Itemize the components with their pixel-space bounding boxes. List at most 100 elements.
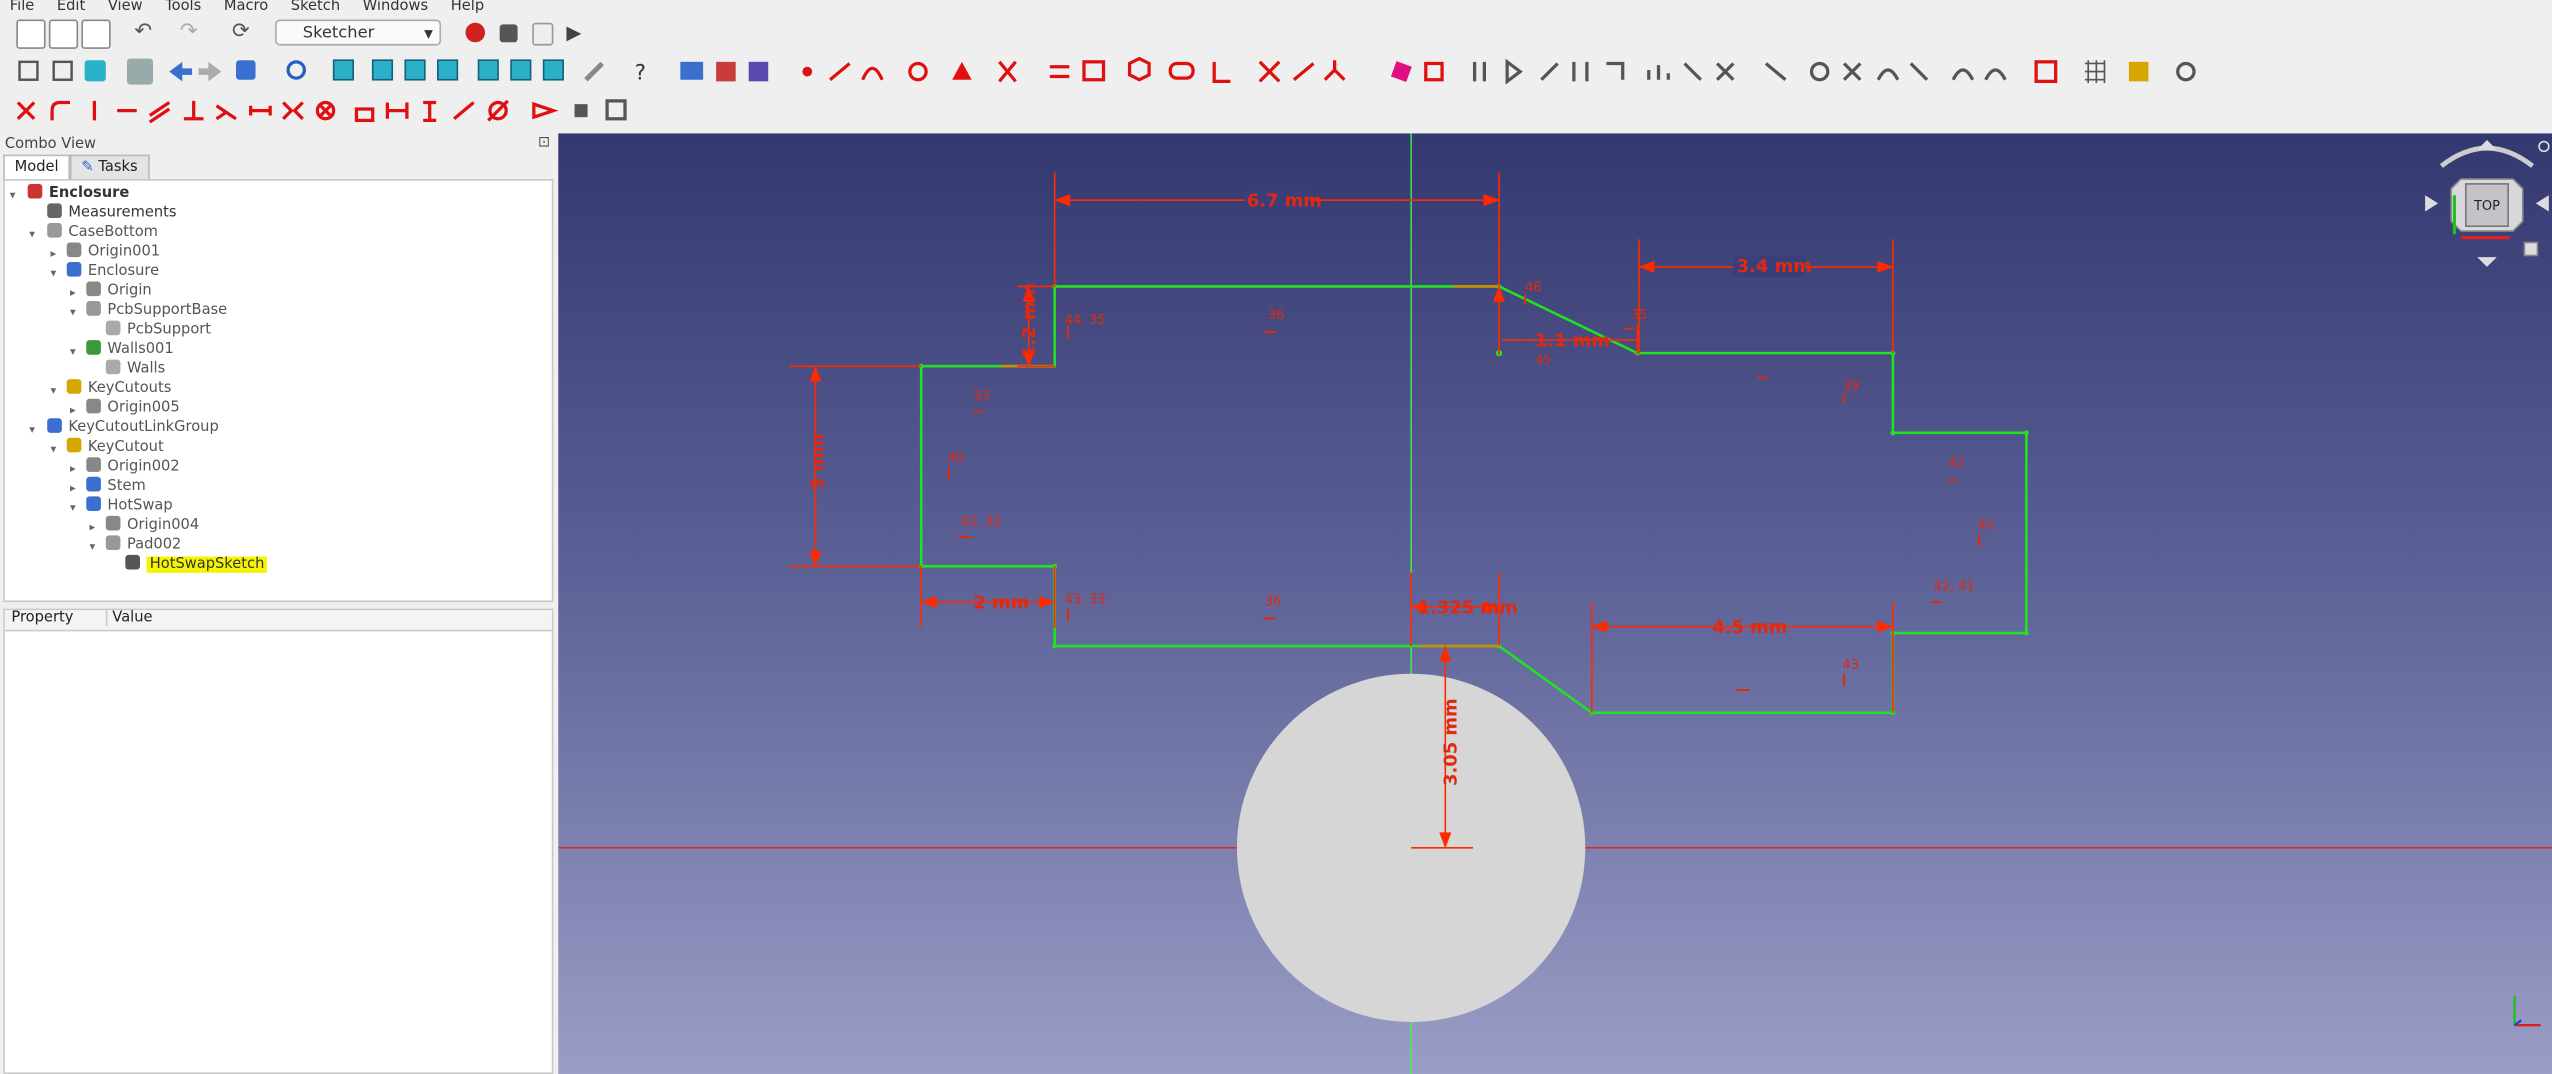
- spreadsheet-icon: [47, 203, 62, 219]
- stop-macro-icon[interactable]: [499, 24, 518, 43]
- model-tree: ▾ Enclosure Measurements ▾ CaseBottom ▸ …: [3, 179, 554, 603]
- tree-item[interactable]: Origin004: [105, 515, 199, 536]
- chevron-down-icon: ▼: [424, 27, 433, 41]
- open-file-icon[interactable]: [48, 19, 79, 49]
- menu-macro[interactable]: Macro: [224, 0, 268, 15]
- tree-item[interactable]: PcbSupport: [105, 320, 211, 341]
- tree-item[interactable]: CaseBottom: [47, 222, 158, 243]
- collapse-icon[interactable]: ▾: [10, 189, 16, 202]
- 3d-view[interactable]: 6.7 mm 3.4 mm 1.2 mm 3 mm 1.1 mm 2 mm 1.…: [558, 133, 2552, 1074]
- tree-item[interactable]: Walls001: [86, 340, 174, 360]
- refresh-icon[interactable]: ⟳: [228, 20, 254, 46]
- tree-item[interactable]: Origin: [86, 281, 152, 302]
- record-macro-icon[interactable]: [465, 22, 486, 43]
- collapse-icon[interactable]: ▾: [50, 267, 56, 280]
- tree-item[interactable]: KeyCutout: [66, 437, 164, 458]
- constraint-label: 40: [1978, 518, 1995, 533]
- tab-model[interactable]: Model: [3, 154, 71, 181]
- tree-item[interactable]: PcbSupportBase: [86, 301, 227, 321]
- dimension-left-height: 3 mm: [808, 434, 829, 490]
- dimension-bottom-left: 2 mm: [973, 593, 1029, 614]
- constraint-label: 33: [973, 389, 990, 404]
- tree-item[interactable]: Walls: [105, 359, 165, 380]
- collapse-icon[interactable]: ▾: [70, 306, 76, 319]
- constraint-label: 44, 35: [1064, 313, 1105, 328]
- tree-item[interactable]: Origin001: [66, 242, 160, 262]
- constraint-toolbar-icons[interactable]: [0, 93, 651, 130]
- view-toolbar: ?: [0, 53, 2552, 92]
- tree-item[interactable]: Enclosure: [66, 261, 159, 282]
- axis-triad: [2513, 995, 2541, 1027]
- menu-view[interactable]: View: [108, 0, 143, 15]
- origin-icon: [86, 398, 101, 414]
- tree-item[interactable]: Enclosure: [27, 183, 130, 204]
- tree-item[interactable]: Origin005: [86, 398, 180, 419]
- combo-view-title: Combo View: [4, 136, 97, 153]
- macro-list-icon[interactable]: [532, 22, 554, 46]
- collapse-icon[interactable]: ▾: [70, 345, 76, 358]
- workbench-selector[interactable]: Sketcher ▼: [275, 19, 442, 46]
- menu-edit[interactable]: Edit: [57, 0, 85, 15]
- expand-icon[interactable]: ▸: [90, 521, 96, 534]
- combo-view: Combo View ⊡ Model ✎ Tasks ▾ Enclosure M…: [0, 133, 557, 1074]
- play-macro-icon[interactable]: ▶: [566, 20, 592, 46]
- new-file-icon[interactable]: [16, 19, 46, 49]
- tab-tasks[interactable]: ✎ Tasks: [69, 154, 150, 181]
- tree-item[interactable]: KeyCutouts: [66, 379, 171, 399]
- constraint-label: 45: [1535, 354, 1552, 369]
- tree-item[interactable]: Pad002: [105, 535, 181, 555]
- close-panel-icon[interactable]: ⊡: [538, 135, 550, 151]
- expand-icon[interactable]: ▸: [70, 404, 76, 417]
- save-icon[interactable]: [81, 19, 111, 49]
- workbench-label: Sketcher: [302, 24, 375, 43]
- collapse-icon[interactable]: ▾: [50, 384, 56, 397]
- dimension-vertical: 3.05 mm: [1441, 698, 1462, 786]
- menu-tools[interactable]: Tools: [165, 0, 201, 15]
- body-icon: [66, 437, 82, 453]
- body-icon: [86, 476, 101, 492]
- constraint-label: 43, 33: [1064, 593, 1105, 608]
- property-view: Property Value: [3, 608, 554, 1074]
- expand-icon[interactable]: ▸: [70, 482, 76, 495]
- tree-item-selected[interactable]: HotSwapSketch: [125, 554, 268, 575]
- collapse-icon[interactable]: ▾: [29, 423, 35, 436]
- value-column-header[interactable]: Value: [105, 610, 153, 627]
- tree-item[interactable]: KeyCutoutLinkGroup: [47, 418, 219, 438]
- property-column-header[interactable]: Property: [11, 610, 73, 626]
- sketch-icon: [125, 554, 140, 570]
- menu-help[interactable]: Help: [451, 0, 484, 15]
- menu-windows[interactable]: Windows: [363, 0, 428, 15]
- tree-item[interactable]: Stem: [86, 476, 146, 497]
- constraint-label: 39: [1842, 380, 1859, 395]
- collapse-icon[interactable]: ▾: [50, 443, 56, 456]
- sketch-icon: [105, 359, 121, 375]
- menu-file[interactable]: File: [10, 0, 35, 15]
- pad-icon: [86, 340, 101, 355]
- collapse-icon[interactable]: ▾: [70, 501, 76, 514]
- sketch-profile[interactable]: [919, 285, 2028, 715]
- navigation-cube[interactable]: TOP: [2425, 139, 2550, 267]
- pad-icon: [86, 301, 101, 316]
- redo-icon[interactable]: ↷: [176, 20, 202, 46]
- sketch-canvas[interactable]: 6.7 mm 3.4 mm 1.2 mm 3 mm 1.1 mm 2 mm 1.…: [558, 133, 2552, 1074]
- constraint-label: 36: [1265, 594, 1282, 609]
- constraint-label: 42, 41: [1934, 580, 1975, 595]
- constraint-label: 35: [1631, 308, 1648, 323]
- property-header: Property Value: [4, 610, 552, 632]
- view-toolbar-icons[interactable]: ?: [0, 54, 2552, 91]
- tree-item[interactable]: Measurements: [47, 203, 177, 223]
- menu-sketch[interactable]: Sketch: [291, 0, 340, 15]
- expand-icon[interactable]: ▸: [70, 286, 76, 299]
- tasks-icon: ✎: [81, 159, 94, 176]
- collapse-icon[interactable]: ▾: [29, 228, 35, 241]
- dimension-width-top: 6.7 mm: [1247, 191, 1322, 212]
- tree-item[interactable]: Origin002: [86, 457, 180, 477]
- expand-icon[interactable]: ▸: [70, 462, 76, 475]
- expand-icon[interactable]: ▸: [50, 247, 56, 260]
- origin-icon: [86, 281, 101, 297]
- collapse-icon[interactable]: ▾: [90, 540, 96, 553]
- undo-icon[interactable]: ↶: [130, 20, 156, 46]
- tree-item[interactable]: HotSwap: [86, 496, 173, 516]
- body-icon: [86, 496, 101, 511]
- file-toolbar: ↶ ↷ ⟳ Sketcher ▼ ▶: [0, 14, 2552, 53]
